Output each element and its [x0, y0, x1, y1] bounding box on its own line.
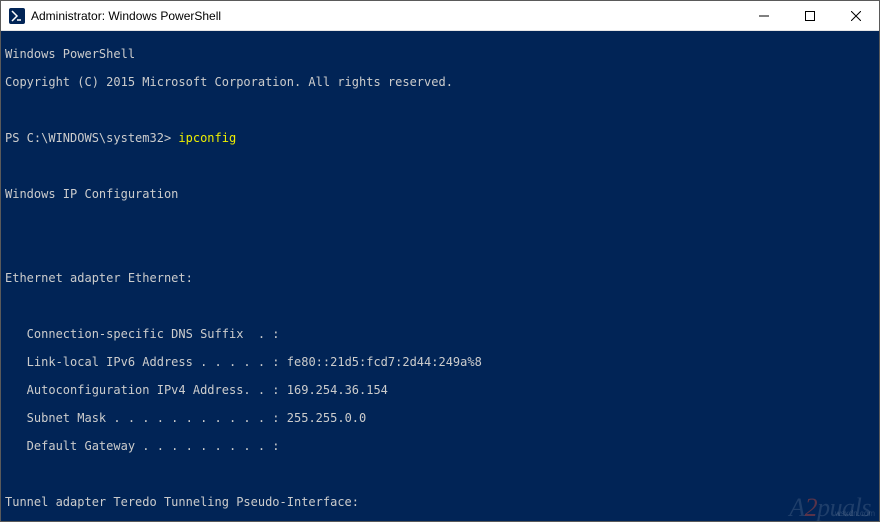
blank-line — [5, 159, 875, 173]
output-line: Link-local IPv6 Address . . . . . : fe80… — [5, 355, 875, 369]
label: Autoconfiguration IPv4 Address. . : — [5, 383, 287, 397]
command: ipconfig — [178, 131, 236, 145]
blank-line — [5, 103, 875, 117]
minimize-button[interactable] — [741, 1, 787, 30]
close-button[interactable] — [833, 1, 879, 30]
output-line: Copyright (C) 2015 Microsoft Corporation… — [5, 75, 875, 89]
value: 169.254.36.154 — [287, 383, 388, 397]
blank-line — [5, 215, 875, 229]
maximize-button[interactable] — [787, 1, 833, 30]
window-controls — [741, 1, 879, 30]
output-line: Connection-specific DNS Suffix . : — [5, 327, 875, 341]
terminal-output[interactable]: Windows PowerShell Copyright (C) 2015 Mi… — [1, 31, 879, 521]
output-line: Windows IP Configuration — [5, 187, 875, 201]
value: 255.255.0.0 — [287, 411, 366, 425]
brand-prefix: A — [789, 493, 804, 521]
output-line: Ethernet adapter Ethernet: — [5, 271, 875, 285]
titlebar[interactable]: Administrator: Windows PowerShell — [1, 1, 879, 31]
output-line: Windows PowerShell — [5, 47, 875, 61]
powershell-icon — [9, 8, 25, 24]
output-line: Subnet Mask . . . . . . . . . . . : 255.… — [5, 411, 875, 425]
brand-accent: 2 — [805, 493, 818, 521]
blank-line — [5, 299, 875, 313]
output-line: Tunnel adapter Teredo Tunneling Pseudo-I… — [5, 495, 875, 509]
blank-line — [5, 243, 875, 257]
prompt-line: PS C:\WINDOWS\system32> ipconfig — [5, 131, 875, 145]
output-line: Autoconfiguration IPv4 Address. . : 169.… — [5, 383, 875, 397]
watermark-url: wsxdn.com — [835, 507, 875, 521]
blank-line — [5, 467, 875, 481]
label: Subnet Mask . . . . . . . . . . . : — [5, 411, 287, 425]
label: Link-local IPv6 Address . . . . . : — [5, 355, 287, 369]
prompt-path: PS C:\WINDOWS\system32> — [5, 131, 178, 145]
value: fe80::21d5:fcd7:2d44:249a%8 — [287, 355, 482, 369]
output-line: Default Gateway . . . . . . . . . : — [5, 439, 875, 453]
window-title: Administrator: Windows PowerShell — [31, 9, 741, 23]
powershell-window: Administrator: Windows PowerShell Window… — [0, 0, 880, 522]
